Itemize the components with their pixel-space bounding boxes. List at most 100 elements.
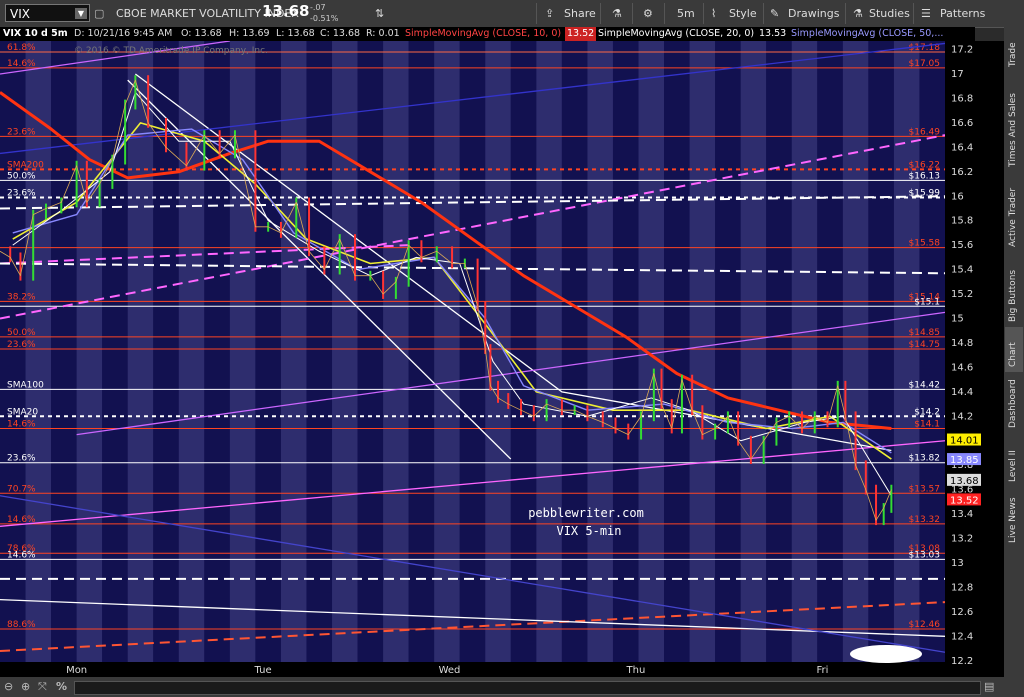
bar-open: O: 13.68 — [181, 28, 222, 39]
y-tick-label: 15.2 — [951, 289, 973, 300]
session-band — [51, 41, 77, 662]
level-right-label: $14.42 — [909, 380, 941, 390]
session-band — [383, 41, 409, 662]
level-right-label: $16.49 — [909, 127, 941, 137]
y-tick-label: 13 — [951, 558, 964, 569]
y-tick-label: 14.4 — [951, 387, 973, 398]
chart-area[interactable]: Mon Tue Wed Thu Fri 61.8% $17.1814.6% $17.0523… — [0, 41, 1004, 677]
sma10-value: 13.52 — [565, 27, 597, 41]
expand-icon[interactable]: ▤ — [984, 680, 994, 693]
level-left-label: SMA100 — [7, 380, 44, 390]
level-left-label: 14.6% — [7, 420, 36, 430]
session-band — [817, 41, 843, 662]
day-label: Tue — [254, 665, 272, 676]
y-tick-label: 16 — [951, 191, 964, 202]
session-band — [740, 41, 767, 662]
y-tick-label: 14.2 — [951, 411, 973, 422]
separator — [536, 3, 537, 24]
side-tab-live-news[interactable]: Live News — [1005, 487, 1023, 547]
side-tab-times-and-sales[interactable]: Times And Sales — [1005, 72, 1023, 172]
level-right-label: $14.75 — [909, 340, 941, 350]
patterns-button[interactable]: Patterns — [940, 0, 985, 27]
y-tick-label: 13.4 — [951, 509, 973, 520]
cursor-icon[interactable]: ⤧ — [38, 680, 47, 694]
level-left-label: 50.0% — [7, 328, 36, 338]
side-tab-dashboard[interactable]: Dashboard — [1005, 372, 1023, 432]
annotation-label: VIX 5-min — [556, 524, 621, 538]
time-scrollbar[interactable] — [74, 681, 981, 695]
separator — [664, 3, 665, 24]
bar-low: L: 13.68 — [276, 28, 315, 39]
session-band — [587, 41, 613, 662]
drawings-icon[interactable]: ✎ — [770, 0, 779, 27]
separator — [703, 3, 704, 24]
level-right-label: $14.85 — [909, 328, 941, 338]
level-right-label: $15.1 — [914, 297, 940, 307]
studies-icon[interactable]: ⚗ — [853, 0, 863, 27]
y-tick-label: 16.2 — [951, 167, 973, 178]
level-left-label: 70.7% — [7, 484, 36, 494]
side-tab-level-ii[interactable]: Level II — [1005, 432, 1023, 487]
annotation-site: pebblewriter.com — [528, 506, 644, 520]
y-tick-label: 15.4 — [951, 265, 973, 276]
level-left-label: 23.6% — [7, 127, 36, 137]
side-tab-big-buttons[interactable]: Big Buttons — [1005, 252, 1023, 327]
level-right-label: $14.2 — [914, 407, 940, 417]
separator — [632, 3, 633, 24]
bar-range: R: 0.01 — [366, 28, 400, 39]
symbol-input[interactable]: VIX ▼ — [5, 4, 90, 22]
day-label: Fri — [816, 665, 828, 676]
side-tab-active-trader[interactable]: Active Trader — [1005, 172, 1023, 252]
share-icon[interactable]: ⇪ — [545, 0, 554, 27]
session-band — [357, 41, 384, 662]
price-axis: 12.212.412.612.81313.213.413.613.81414.2… — [945, 41, 1004, 677]
zoom-out-icon[interactable]: ⊖ — [4, 680, 13, 693]
zoom-in-icon[interactable]: ⊕ — [21, 680, 30, 693]
patterns-icon[interactable]: ☰ — [921, 0, 931, 27]
level-right-label: $17.05 — [909, 59, 941, 69]
session-band — [791, 41, 818, 662]
price-tag-label: 14.01 — [950, 436, 979, 447]
studies-button[interactable]: Studies — [869, 0, 910, 27]
time-axis-bg — [0, 662, 945, 677]
flask-icon[interactable]: ⚗ — [612, 0, 622, 27]
session-band — [408, 41, 435, 662]
gear-small-icon[interactable]: ▢ — [94, 7, 104, 20]
session-band — [536, 41, 562, 662]
price-tag-label: 13.85 — [950, 455, 979, 466]
day-label: Wed — [439, 665, 461, 676]
level-right-label: $16.13 — [909, 171, 941, 181]
bar-date: D: 10/21/16 9:45 AM — [74, 28, 173, 39]
last-price: 13.68 — [262, 2, 310, 20]
level-right-label: $15.58 — [909, 239, 941, 249]
session-band — [255, 41, 281, 662]
separator — [763, 3, 764, 24]
toolbar: VIX ▼ ▢ CBOE MARKET VOLATILITY INDEX 13.… — [0, 0, 1024, 28]
y-tick-label: 12.2 — [951, 656, 973, 667]
session-band — [229, 41, 256, 662]
style-button[interactable]: Style — [729, 0, 757, 27]
session-band — [102, 41, 128, 662]
details-icon[interactable]: ⇅ — [375, 0, 384, 27]
timeframe-button[interactable]: 5m — [677, 0, 695, 27]
drawings-button[interactable]: Drawings — [788, 0, 839, 27]
chart-title: VIX 10 d 5m — [3, 28, 68, 39]
level-left-label: 23.6% — [7, 454, 36, 464]
separator — [600, 3, 601, 24]
price-change: -.07 — [310, 3, 326, 12]
share-button[interactable]: Share — [564, 0, 596, 27]
session-band — [638, 41, 665, 662]
y-tick-label: 15.6 — [951, 240, 973, 251]
price-change-pct: -0.51% — [310, 14, 339, 23]
style-icon[interactable]: ⌇ — [711, 0, 716, 27]
symbol-dropdown-icon[interactable]: ▼ — [75, 8, 87, 19]
level-left-label: SMA20 — [7, 407, 38, 417]
level-left-label: 23.6% — [7, 188, 36, 198]
session-band — [689, 41, 716, 662]
y-tick-label: 16.4 — [951, 142, 973, 153]
percent-icon[interactable]: % — [56, 680, 67, 693]
side-tab-chart[interactable]: Chart — [1005, 327, 1023, 372]
y-tick-label: 14.8 — [951, 338, 973, 349]
side-tab-trade[interactable]: Trade — [1005, 27, 1023, 72]
gear-icon[interactable]: ⚙ — [643, 0, 653, 27]
